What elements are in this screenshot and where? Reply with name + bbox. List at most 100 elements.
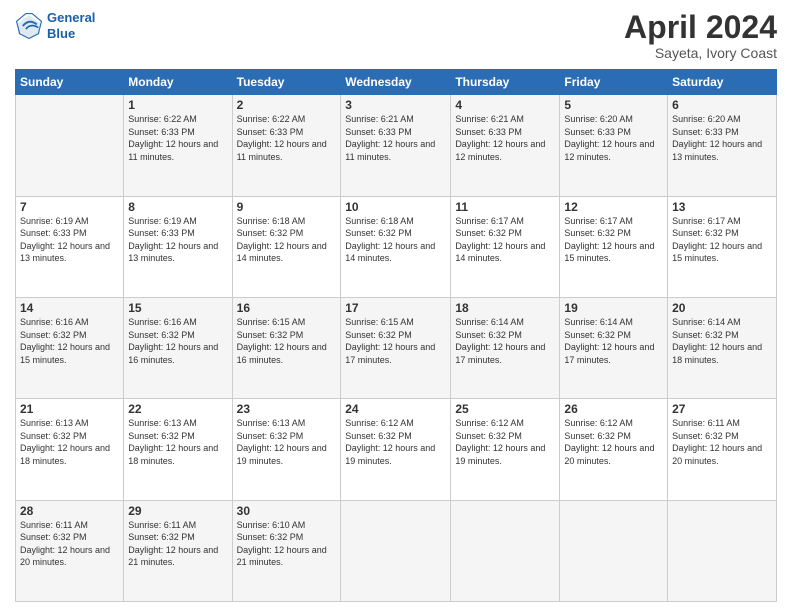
weekday-header-tuesday: Tuesday [232, 70, 341, 95]
calendar-cell: 10Sunrise: 6:18 AMSunset: 6:32 PMDayligh… [341, 196, 451, 297]
day-info: Sunrise: 6:15 AMSunset: 6:32 PMDaylight:… [345, 316, 446, 366]
calendar-cell: 26Sunrise: 6:12 AMSunset: 6:32 PMDayligh… [560, 399, 668, 500]
calendar-cell: 29Sunrise: 6:11 AMSunset: 6:32 PMDayligh… [124, 500, 232, 601]
calendar-cell: 2Sunrise: 6:22 AMSunset: 6:33 PMDaylight… [232, 95, 341, 196]
week-row-2: 7Sunrise: 6:19 AMSunset: 6:33 PMDaylight… [16, 196, 777, 297]
day-info: Sunrise: 6:13 AMSunset: 6:32 PMDaylight:… [237, 417, 337, 467]
day-info: Sunrise: 6:21 AMSunset: 6:33 PMDaylight:… [455, 113, 555, 163]
day-info: Sunrise: 6:14 AMSunset: 6:32 PMDaylight:… [455, 316, 555, 366]
calendar-cell: 8Sunrise: 6:19 AMSunset: 6:33 PMDaylight… [124, 196, 232, 297]
day-number: 11 [455, 200, 555, 214]
day-info: Sunrise: 6:11 AMSunset: 6:32 PMDaylight:… [20, 519, 119, 569]
calendar-cell: 1Sunrise: 6:22 AMSunset: 6:33 PMDaylight… [124, 95, 232, 196]
weekday-header-thursday: Thursday [451, 70, 560, 95]
day-info: Sunrise: 6:20 AMSunset: 6:33 PMDaylight:… [672, 113, 772, 163]
calendar-cell: 28Sunrise: 6:11 AMSunset: 6:32 PMDayligh… [16, 500, 124, 601]
calendar-cell: 13Sunrise: 6:17 AMSunset: 6:32 PMDayligh… [668, 196, 777, 297]
day-info: Sunrise: 6:15 AMSunset: 6:32 PMDaylight:… [237, 316, 337, 366]
calendar-cell: 20Sunrise: 6:14 AMSunset: 6:32 PMDayligh… [668, 297, 777, 398]
day-number: 17 [345, 301, 446, 315]
day-info: Sunrise: 6:12 AMSunset: 6:32 PMDaylight:… [564, 417, 663, 467]
calendar-cell: 22Sunrise: 6:13 AMSunset: 6:32 PMDayligh… [124, 399, 232, 500]
day-info: Sunrise: 6:12 AMSunset: 6:32 PMDaylight:… [345, 417, 446, 467]
calendar-cell: 17Sunrise: 6:15 AMSunset: 6:32 PMDayligh… [341, 297, 451, 398]
day-info: Sunrise: 6:12 AMSunset: 6:32 PMDaylight:… [455, 417, 555, 467]
day-number: 16 [237, 301, 337, 315]
day-number: 20 [672, 301, 772, 315]
logo: General Blue [15, 10, 95, 41]
calendar-table: SundayMondayTuesdayWednesdayThursdayFrid… [15, 69, 777, 602]
day-number: 3 [345, 98, 446, 112]
calendar-cell [451, 500, 560, 601]
weekday-header-friday: Friday [560, 70, 668, 95]
calendar-cell [560, 500, 668, 601]
day-info: Sunrise: 6:14 AMSunset: 6:32 PMDaylight:… [672, 316, 772, 366]
day-info: Sunrise: 6:18 AMSunset: 6:32 PMDaylight:… [345, 215, 446, 265]
calendar-cell: 14Sunrise: 6:16 AMSunset: 6:32 PMDayligh… [16, 297, 124, 398]
calendar-cell: 27Sunrise: 6:11 AMSunset: 6:32 PMDayligh… [668, 399, 777, 500]
day-info: Sunrise: 6:20 AMSunset: 6:33 PMDaylight:… [564, 113, 663, 163]
calendar-cell: 15Sunrise: 6:16 AMSunset: 6:32 PMDayligh… [124, 297, 232, 398]
day-number: 6 [672, 98, 772, 112]
logo-icon [15, 12, 43, 40]
week-row-1: 1Sunrise: 6:22 AMSunset: 6:33 PMDaylight… [16, 95, 777, 196]
header: General Blue April 2024 Sayeta, Ivory Co… [15, 10, 777, 61]
day-number: 4 [455, 98, 555, 112]
calendar-cell: 23Sunrise: 6:13 AMSunset: 6:32 PMDayligh… [232, 399, 341, 500]
main-title: April 2024 [624, 10, 777, 45]
logo-text: General Blue [47, 10, 95, 41]
day-info: Sunrise: 6:19 AMSunset: 6:33 PMDaylight:… [20, 215, 119, 265]
calendar-cell: 6Sunrise: 6:20 AMSunset: 6:33 PMDaylight… [668, 95, 777, 196]
calendar-cell: 19Sunrise: 6:14 AMSunset: 6:32 PMDayligh… [560, 297, 668, 398]
calendar-cell: 21Sunrise: 6:13 AMSunset: 6:32 PMDayligh… [16, 399, 124, 500]
calendar-cell: 16Sunrise: 6:15 AMSunset: 6:32 PMDayligh… [232, 297, 341, 398]
day-info: Sunrise: 6:22 AMSunset: 6:33 PMDaylight:… [237, 113, 337, 163]
day-info: Sunrise: 6:10 AMSunset: 6:32 PMDaylight:… [237, 519, 337, 569]
day-info: Sunrise: 6:11 AMSunset: 6:32 PMDaylight:… [672, 417, 772, 467]
day-number: 15 [128, 301, 227, 315]
day-info: Sunrise: 6:18 AMSunset: 6:32 PMDaylight:… [237, 215, 337, 265]
calendar-cell [16, 95, 124, 196]
day-number: 2 [237, 98, 337, 112]
calendar-cell: 12Sunrise: 6:17 AMSunset: 6:32 PMDayligh… [560, 196, 668, 297]
day-info: Sunrise: 6:21 AMSunset: 6:33 PMDaylight:… [345, 113, 446, 163]
day-number: 24 [345, 402, 446, 416]
weekday-header-monday: Monday [124, 70, 232, 95]
calendar-cell: 30Sunrise: 6:10 AMSunset: 6:32 PMDayligh… [232, 500, 341, 601]
day-info: Sunrise: 6:17 AMSunset: 6:32 PMDaylight:… [455, 215, 555, 265]
day-number: 5 [564, 98, 663, 112]
day-info: Sunrise: 6:16 AMSunset: 6:32 PMDaylight:… [128, 316, 227, 366]
day-number: 21 [20, 402, 119, 416]
day-info: Sunrise: 6:11 AMSunset: 6:32 PMDaylight:… [128, 519, 227, 569]
day-number: 12 [564, 200, 663, 214]
day-number: 9 [237, 200, 337, 214]
calendar-cell: 4Sunrise: 6:21 AMSunset: 6:33 PMDaylight… [451, 95, 560, 196]
day-info: Sunrise: 6:13 AMSunset: 6:32 PMDaylight:… [128, 417, 227, 467]
logo-general: General [47, 10, 95, 25]
day-number: 10 [345, 200, 446, 214]
weekday-header-row: SundayMondayTuesdayWednesdayThursdayFrid… [16, 70, 777, 95]
weekday-header-wednesday: Wednesday [341, 70, 451, 95]
calendar-cell [341, 500, 451, 601]
day-info: Sunrise: 6:16 AMSunset: 6:32 PMDaylight:… [20, 316, 119, 366]
calendar-cell: 7Sunrise: 6:19 AMSunset: 6:33 PMDaylight… [16, 196, 124, 297]
weekday-header-sunday: Sunday [16, 70, 124, 95]
day-info: Sunrise: 6:22 AMSunset: 6:33 PMDaylight:… [128, 113, 227, 163]
day-number: 29 [128, 504, 227, 518]
weekday-header-saturday: Saturday [668, 70, 777, 95]
calendar-cell [668, 500, 777, 601]
day-info: Sunrise: 6:17 AMSunset: 6:32 PMDaylight:… [564, 215, 663, 265]
day-number: 23 [237, 402, 337, 416]
week-row-4: 21 Sunrise: 6:13 AMSunset: 6:32 PMDayligh… [16, 399, 777, 500]
day-number: 28 [20, 504, 119, 518]
logo-blue: Blue [47, 26, 75, 41]
sub-title: Sayeta, Ivory Coast [624, 45, 777, 61]
calendar-cell: 25Sunrise: 6:12 AMSunset: 6:32 PMDayligh… [451, 399, 560, 500]
calendar-cell: 3Sunrise: 6:21 AMSunset: 6:33 PMDaylight… [341, 95, 451, 196]
day-info: Sunrise: 6:14 AMSunset: 6:32 PMDaylight:… [564, 316, 663, 366]
calendar-cell: 24Sunrise: 6:12 AMSunset: 6:32 PMDayligh… [341, 399, 451, 500]
day-number: 25 [455, 402, 555, 416]
day-number: 27 [672, 402, 772, 416]
day-number: 13 [672, 200, 772, 214]
day-number: 30 [237, 504, 337, 518]
